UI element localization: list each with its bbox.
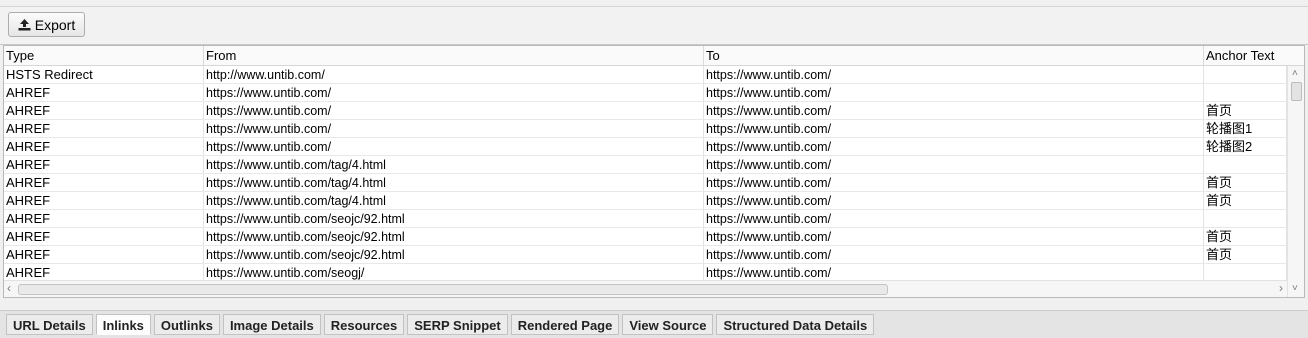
tab-resources[interactable]: Resources <box>323 314 405 335</box>
cell-from: https://www.untib.com/tag/4.html <box>204 192 704 209</box>
cell-type: AHREF <box>4 192 204 209</box>
column-header-anchor-text[interactable]: Anchor Text <box>1204 46 1304 65</box>
table-row[interactable]: AHREF https://www.untib.com/seojc/92.html… <box>4 210 1287 228</box>
table-row[interactable]: HSTS Redirect http://www.untib.com/https:… <box>4 66 1287 84</box>
table-row[interactable]: AHREF https://www.untib.com/https://www.u… <box>4 120 1287 138</box>
cell-to: https://www.untib.com/ <box>704 174 1204 191</box>
scroll-down-icon[interactable]: ˅ <box>1292 284 1298 294</box>
tab-inlinks[interactable]: Inlinks <box>95 314 151 335</box>
top-divider <box>0 0 1308 7</box>
tab-rendered-page[interactable]: Rendered Page <box>510 314 620 335</box>
cell-from: https://www.untib.com/ <box>204 120 704 137</box>
column-header-type[interactable]: Type <box>4 46 204 65</box>
cell-type: AHREF <box>4 102 204 119</box>
cell-type: AHREF <box>4 210 204 227</box>
tab-outlinks[interactable]: Outlinks <box>153 314 220 335</box>
vertical-scroll-thumb[interactable] <box>1291 82 1302 101</box>
export-button[interactable]: Export <box>8 12 85 37</box>
cell-anchor-text <box>1204 210 1287 227</box>
toolbar: Export <box>0 7 1308 45</box>
cell-to: https://www.untib.com/ <box>704 228 1204 245</box>
cell-from: https://www.untib.com/seojc/92.html <box>204 246 704 263</box>
cell-type: AHREF <box>4 138 204 155</box>
cell-from: https://www.untib.com/seojc/92.html <box>204 210 704 227</box>
column-header-from[interactable]: From <box>204 46 704 65</box>
cell-from: https://www.untib.com/ <box>204 102 704 119</box>
cell-to: https://www.untib.com/ <box>704 102 1204 119</box>
horizontal-scrollbar[interactable]: ‹ › <box>4 280 1287 297</box>
cell-from: http://www.untib.com/ <box>204 66 704 83</box>
table-header: Type From To Anchor Text <box>4 46 1304 66</box>
cell-to: https://www.untib.com/ <box>704 210 1204 227</box>
cell-anchor-text: 首页 <box>1204 228 1287 245</box>
tab-image-details[interactable]: Image Details <box>222 314 321 335</box>
scroll-left-icon[interactable]: ‹ <box>7 282 11 294</box>
cell-from: https://www.untib.com/seojc/92.html <box>204 228 704 245</box>
tab-structured-data-details[interactable]: Structured Data Details <box>716 314 875 335</box>
cell-to: https://www.untib.com/ <box>704 156 1204 173</box>
table-row[interactable]: AHREF https://www.untib.com/seojc/92.html… <box>4 228 1287 246</box>
cell-to: https://www.untib.com/ <box>704 66 1204 83</box>
horizontal-scroll-thumb[interactable] <box>18 284 888 295</box>
cell-from: https://www.untib.com/seogj/ <box>204 264 704 281</box>
scroll-right-icon[interactable]: › <box>1279 282 1283 294</box>
cell-type: AHREF <box>4 246 204 263</box>
tab-url-details[interactable]: URL Details <box>6 314 93 335</box>
table-row[interactable]: AHREF https://www.untib.com/https://www.u… <box>4 102 1287 120</box>
cell-anchor-text <box>1204 84 1287 101</box>
cell-type: AHREF <box>4 84 204 101</box>
cell-to: https://www.untib.com/ <box>704 84 1204 101</box>
upload-icon <box>18 18 31 31</box>
table-row[interactable]: AHREF https://www.untib.com/seojc/92.html… <box>4 246 1287 264</box>
cell-from: https://www.untib.com/tag/4.html <box>204 174 704 191</box>
inlinks-table: Type From To Anchor Text HSTS Redirect ht… <box>3 45 1305 298</box>
cell-anchor-text: 首页 <box>1204 246 1287 263</box>
cell-from: https://www.untib.com/ <box>204 84 704 101</box>
cell-to: https://www.untib.com/ <box>704 246 1204 263</box>
cell-anchor-text: 轮播图1 <box>1204 120 1287 137</box>
table-body: HSTS Redirect http://www.untib.com/https:… <box>4 66 1287 297</box>
scroll-up-icon[interactable]: ˄ <box>1292 69 1298 79</box>
cell-anchor-text: 轮播图2 <box>1204 138 1287 155</box>
cell-type: AHREF <box>4 156 204 173</box>
cell-from: https://www.untib.com/ <box>204 138 704 155</box>
table-row[interactable]: AHREF https://www.untib.com/tag/4.html htt… <box>4 174 1287 192</box>
table-row[interactable]: AHREF https://www.untib.com/https://www.u… <box>4 138 1287 156</box>
detail-tab-bar: URL Details Inlinks Outlinks Image Details R… <box>0 310 1308 338</box>
cell-to: https://www.untib.com/ <box>704 120 1204 137</box>
cell-anchor-text <box>1204 66 1287 83</box>
cell-type: AHREF <box>4 120 204 137</box>
cell-anchor-text: 首页 <box>1204 174 1287 191</box>
cell-to: https://www.untib.com/ <box>704 138 1204 155</box>
cell-type: HSTS Redirect <box>4 66 204 83</box>
table-row[interactable]: AHREF https://www.untib.com/https://www.u… <box>4 84 1287 102</box>
cell-type: AHREF <box>4 228 204 245</box>
tab-serp-snippet[interactable]: SERP Snippet <box>407 314 508 335</box>
tab-view-source[interactable]: View Source <box>622 314 714 335</box>
cell-anchor-text: 首页 <box>1204 192 1287 209</box>
cell-anchor-text <box>1204 264 1287 281</box>
export-label: Export <box>34 16 76 33</box>
table-row[interactable]: AHREF https://www.untib.com/tag/4.html htt… <box>4 192 1287 210</box>
cell-from: https://www.untib.com/tag/4.html <box>204 156 704 173</box>
cell-to: https://www.untib.com/ <box>704 264 1204 281</box>
cell-anchor-text <box>1204 156 1287 173</box>
cell-type: AHREF <box>4 264 204 281</box>
cell-type: AHREF <box>4 174 204 191</box>
table-row[interactable]: AHREF https://www.untib.com/tag/4.html htt… <box>4 156 1287 174</box>
cell-anchor-text: 首页 <box>1204 102 1287 119</box>
column-header-to[interactable]: To <box>704 46 1204 65</box>
cell-to: https://www.untib.com/ <box>704 192 1204 209</box>
vertical-scrollbar[interactable]: ˄ ˅ <box>1287 66 1304 297</box>
